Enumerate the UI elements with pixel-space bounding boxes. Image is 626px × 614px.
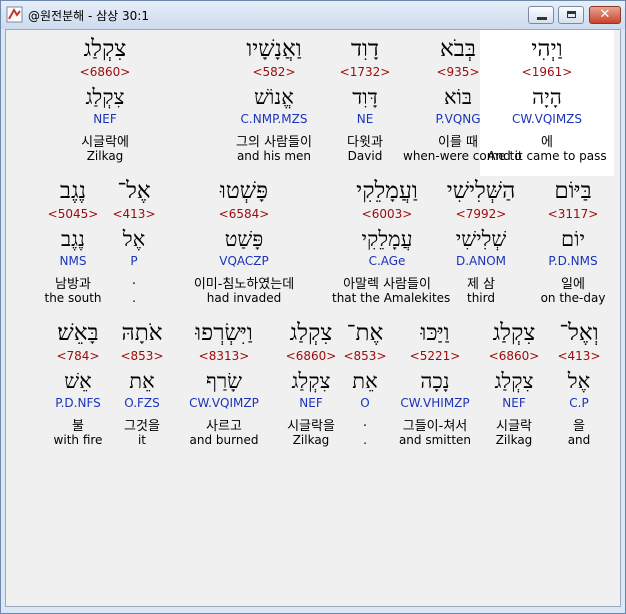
english-gloss: had invaded bbox=[206, 291, 282, 305]
english-gloss: and his men bbox=[236, 149, 312, 163]
strong-number: <6584> bbox=[218, 207, 270, 221]
strong-number: <6003> bbox=[361, 207, 413, 221]
parse-code: NEF bbox=[93, 112, 117, 126]
strong-number: <5045> bbox=[47, 207, 99, 221]
korean-gloss: 제 삼 bbox=[466, 277, 496, 292]
minimize-button[interactable] bbox=[528, 6, 554, 24]
korean-gloss: 이미-침노하였는데 bbox=[193, 277, 295, 292]
lemma-word: עֲמָלֵקִי bbox=[361, 227, 413, 251]
maximize-icon bbox=[567, 11, 576, 18]
hebrew-word: פָּשְׁטוּ bbox=[219, 178, 269, 204]
parse-code: D.ANOM bbox=[455, 254, 507, 268]
word-cell[interactable]: פָּשְׁטוּ <6584> פָּשַׁט VQACZP 이미-침노하였는데 had… bbox=[189, 172, 299, 318]
english-gloss: with fire bbox=[53, 433, 103, 447]
app-icon bbox=[6, 6, 23, 23]
parse-code: C.AGe bbox=[368, 254, 406, 268]
korean-gloss: 남방과 bbox=[55, 277, 91, 292]
lemma-word: נֶגֶב bbox=[61, 227, 85, 251]
close-icon: ✕ bbox=[599, 7, 611, 22]
lemma-word: אֱנוֹשׁ bbox=[254, 85, 294, 109]
word-cell[interactable]: וַאֲנָשָׁיו <582> אֱנוֹשׁ C.NMP.MZS 그의 사람들이 a… bbox=[219, 30, 329, 176]
english-gloss: Zilkag bbox=[86, 149, 124, 163]
strong-number: <6860> bbox=[79, 65, 131, 79]
korean-gloss: 불 bbox=[72, 419, 84, 434]
hebrew-word: נֶגֶב bbox=[59, 178, 87, 204]
hebrew-word: הַשְּׁלִישִׁי bbox=[446, 178, 516, 204]
lemma-word: שְׁלִישִׁי bbox=[455, 227, 507, 251]
lemma-word: אֵשׁ bbox=[64, 369, 92, 393]
hebrew-word: וַעֲמָלֵקִי bbox=[356, 178, 418, 204]
parse-code: NMS bbox=[59, 254, 87, 268]
strong-number: <582> bbox=[252, 65, 296, 79]
app-window: @원전분해 - 삼상 30:1 ✕ וַיְהִי <1961> הָיָה CW.V… bbox=[0, 0, 626, 614]
korean-gloss: 시글락에 bbox=[81, 135, 129, 150]
maximize-button[interactable] bbox=[558, 6, 584, 24]
hebrew-word: בָּאֵשׁ׃ bbox=[57, 320, 99, 346]
word-cell[interactable]: נֶגֶב <5045> נֶגֶב NMS 남방과 the south bbox=[18, 172, 128, 318]
hebrew-word: וַאֲנָשָׁיו bbox=[246, 36, 302, 62]
english-gloss: that the Amalekites bbox=[332, 291, 451, 305]
close-button[interactable]: ✕ bbox=[589, 6, 621, 24]
word-cell[interactable]: צִקְלַג <6860> צִקְלַג NEF 시글락에 Zilkag bbox=[50, 30, 160, 176]
parse-code: P.D.NFS bbox=[55, 396, 101, 410]
strong-number: <7992> bbox=[455, 207, 507, 221]
parse-code: C.NMP.MZS bbox=[240, 112, 308, 126]
korean-gloss: 아말렉 사람들이 bbox=[343, 277, 431, 292]
window-title: @원전분해 - 삼상 30:1 bbox=[28, 9, 149, 23]
word-cell[interactable]: וַעֲמָלֵקִי <6003> עֲמָלֵקִי C.AGe 아말렉 사람들이 t… bbox=[332, 172, 451, 318]
minimize-icon bbox=[537, 17, 547, 20]
lemma-word: פָּשַׁט bbox=[224, 227, 264, 251]
hebrew-word: צִקְלַג bbox=[83, 36, 127, 62]
strong-number: <784> bbox=[56, 349, 100, 363]
lemma-word: צִקְלַג bbox=[85, 85, 125, 109]
interlinear-panel: וַיְהִי <1961> הָיָה CW.VQIMZS 에 And it came … bbox=[5, 29, 621, 607]
parse-code: VQACZP bbox=[219, 254, 269, 268]
title-bar[interactable]: @원전분해 - 삼상 30:1 ✕ bbox=[1, 1, 625, 29]
english-gloss: the south bbox=[44, 291, 102, 305]
korean-gloss: 그의 사람들이 bbox=[236, 135, 312, 150]
word-cell[interactable]: בָּאֵשׁ׃ <784> אֵשׁ P.D.NFS 불 with fire bbox=[23, 314, 133, 460]
